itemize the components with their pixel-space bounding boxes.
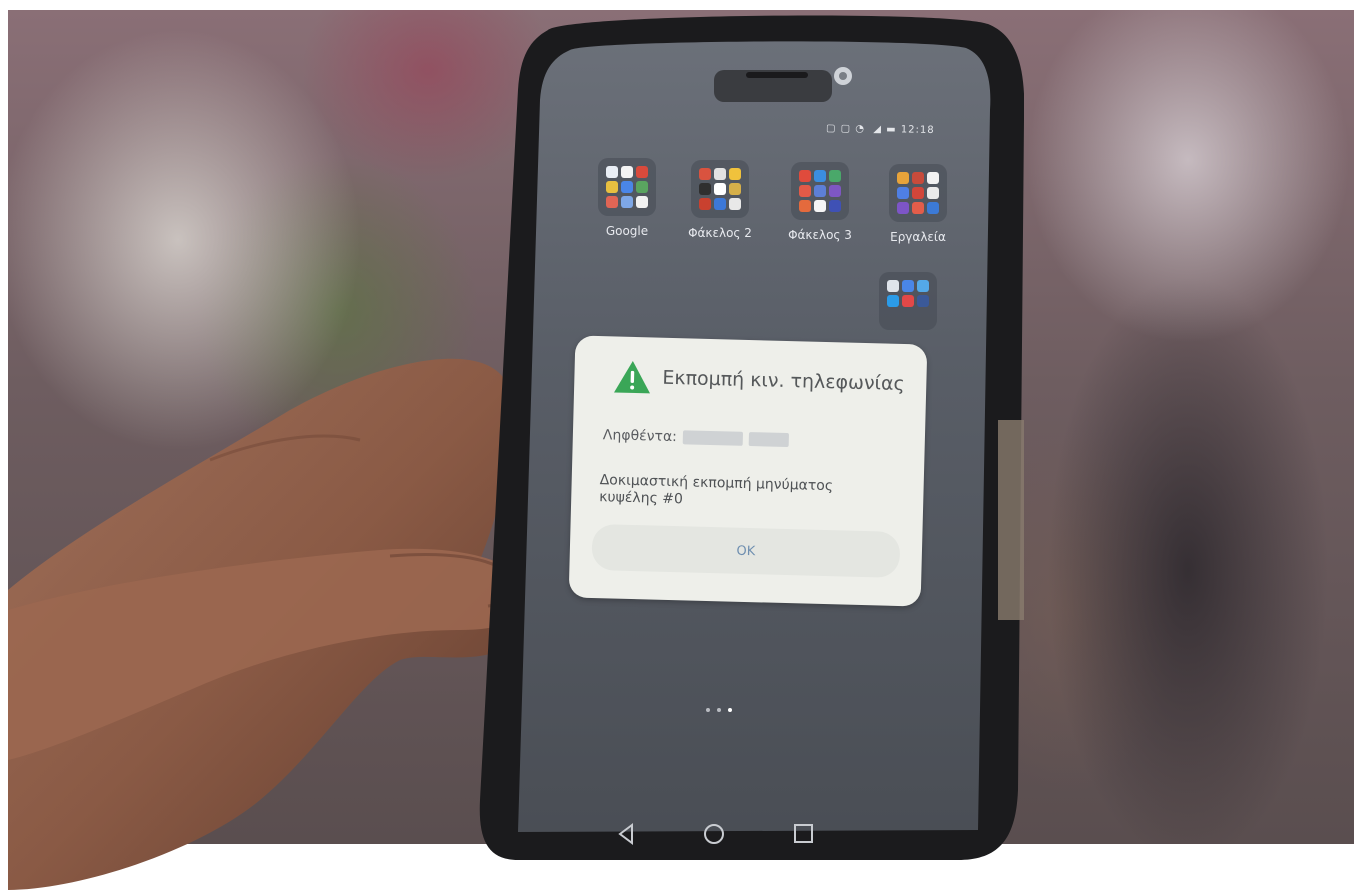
status-time: 12:18 [900,124,935,136]
folder-icon [879,272,937,330]
folder-icon [791,162,849,220]
folder-label: Φάκελος 2 [688,226,752,240]
page-dot [706,708,710,712]
alert-dialog: Εκπομπή κιν. τηλεφωνίας Ληφθέντα: Δοκιμα… [568,335,928,607]
folder-5[interactable] [866,272,950,330]
folder-label: Google [605,224,649,238]
hand [8,358,532,890]
warning-triangle-icon [614,360,650,394]
received-row: Ληφθέντα: [602,427,790,448]
back-icon[interactable] [612,820,640,848]
folder-label: Εργαλεία [890,230,946,244]
recents-icon[interactable] [790,820,818,848]
folder-tools[interactable]: Εργαλεία [876,164,960,244]
redacted-number [748,432,790,448]
dialog-header: Εκπομπή κιν. τηλεφωνίας [612,358,905,402]
received-label: Ληφθέντα: [602,427,678,446]
folder-google[interactable]: Google [585,158,669,238]
folder-icon [598,158,656,216]
folder-icon [889,164,947,222]
status-bar: ▢ ▢ ◔ ◢ ▬ 12:18 [826,123,935,136]
folder-icon [691,160,749,218]
folder-label: Φάκελος 3 [788,228,852,242]
home-icon[interactable] [700,820,728,848]
page-dot [717,708,721,712]
redacted-number [682,430,744,446]
page-indicator [706,708,732,712]
dialog-message: Δοκιμαστική εκπομπή μηνύματος κυψέλης #0 [599,472,834,508]
page-dot-active [728,708,732,712]
folder-2[interactable]: Φάκελος 2 [678,160,762,240]
folder-3[interactable]: Φάκελος 3 [778,162,862,242]
dialog-title: Εκπομπή κιν. τηλεφωνίας [662,366,905,396]
ok-button[interactable]: OK [591,523,901,578]
status-icons: ▢ ▢ ◔ ◢ ▬ [825,123,901,136]
navigation-bar [612,820,842,850]
